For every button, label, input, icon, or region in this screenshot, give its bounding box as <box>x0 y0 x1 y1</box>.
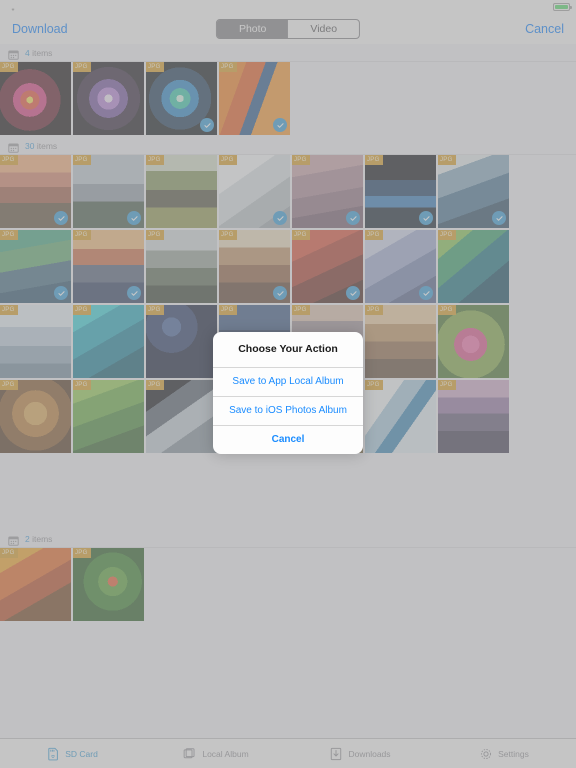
dialog-action-save-ios-photos-album[interactable]: Save to iOS Photos Album <box>213 396 363 425</box>
dialog-title: Choose Your Action <box>238 343 338 355</box>
dialog-action-save-app-local-album[interactable]: Save to App Local Album <box>213 367 363 396</box>
choose-action-dialog: Choose Your Action Save to App Local Alb… <box>213 332 363 454</box>
dialog-action-cancel[interactable]: Cancel <box>213 425 363 454</box>
app-root: Download Photo Video Cancel 4 items JPGJ… <box>0 0 576 768</box>
